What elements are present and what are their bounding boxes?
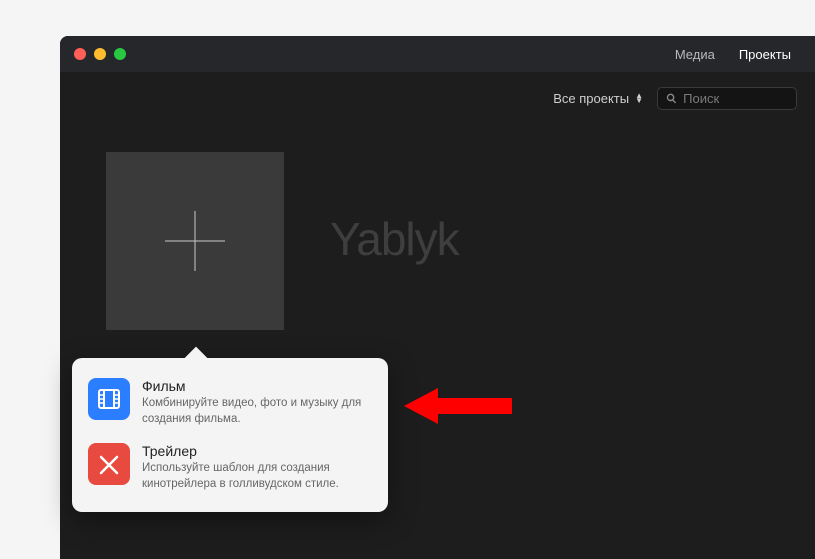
popover-movie-desc: Комбинируйте видео, фото и музыку для со… xyxy=(142,396,372,427)
minimize-icon[interactable] xyxy=(94,48,106,60)
popover-trailer-desc: Используйте шаблон для создания кинотрей… xyxy=(142,461,372,492)
plus-icon xyxy=(159,205,231,277)
popover-trailer-title: Трейлер xyxy=(142,443,372,459)
popover-option-trailer[interactable]: Трейлер Используйте шаблон для создания … xyxy=(84,435,376,500)
titlebar: Медиа Проекты xyxy=(60,36,815,72)
annotation-arrow xyxy=(404,384,514,433)
search-input[interactable] xyxy=(683,91,788,106)
toolbar: Все проекты ▲▼ xyxy=(60,72,815,124)
popover-trailer-text: Трейлер Используйте шаблон для создания … xyxy=(142,443,372,492)
window-controls xyxy=(74,48,126,60)
popover-option-movie[interactable]: Фильм Комбинируйте видео, фото и музыку … xyxy=(84,370,376,435)
tab-media[interactable]: Медиа xyxy=(663,43,727,66)
sort-icon: ▲▼ xyxy=(635,93,643,103)
new-project-button[interactable] xyxy=(106,152,284,330)
view-tabs: Медиа Проекты xyxy=(663,43,803,66)
clapperboard-icon xyxy=(88,443,130,485)
popover-movie-text: Фильм Комбинируйте видео, фото и музыку … xyxy=(142,378,372,427)
filter-label: Все проекты xyxy=(553,91,629,106)
film-icon xyxy=(88,378,130,420)
popover-movie-title: Фильм xyxy=(142,378,372,394)
maximize-icon[interactable] xyxy=(114,48,126,60)
close-icon[interactable] xyxy=(74,48,86,60)
tab-projects[interactable]: Проекты xyxy=(727,43,803,66)
filter-dropdown[interactable]: Все проекты ▲▼ xyxy=(553,91,643,106)
search-icon xyxy=(666,92,677,105)
new-project-popover: Фильм Комбинируйте видео, фото и музыку … xyxy=(72,358,388,512)
search-field[interactable] xyxy=(657,87,797,110)
watermark-text: Yablyk xyxy=(330,212,459,266)
